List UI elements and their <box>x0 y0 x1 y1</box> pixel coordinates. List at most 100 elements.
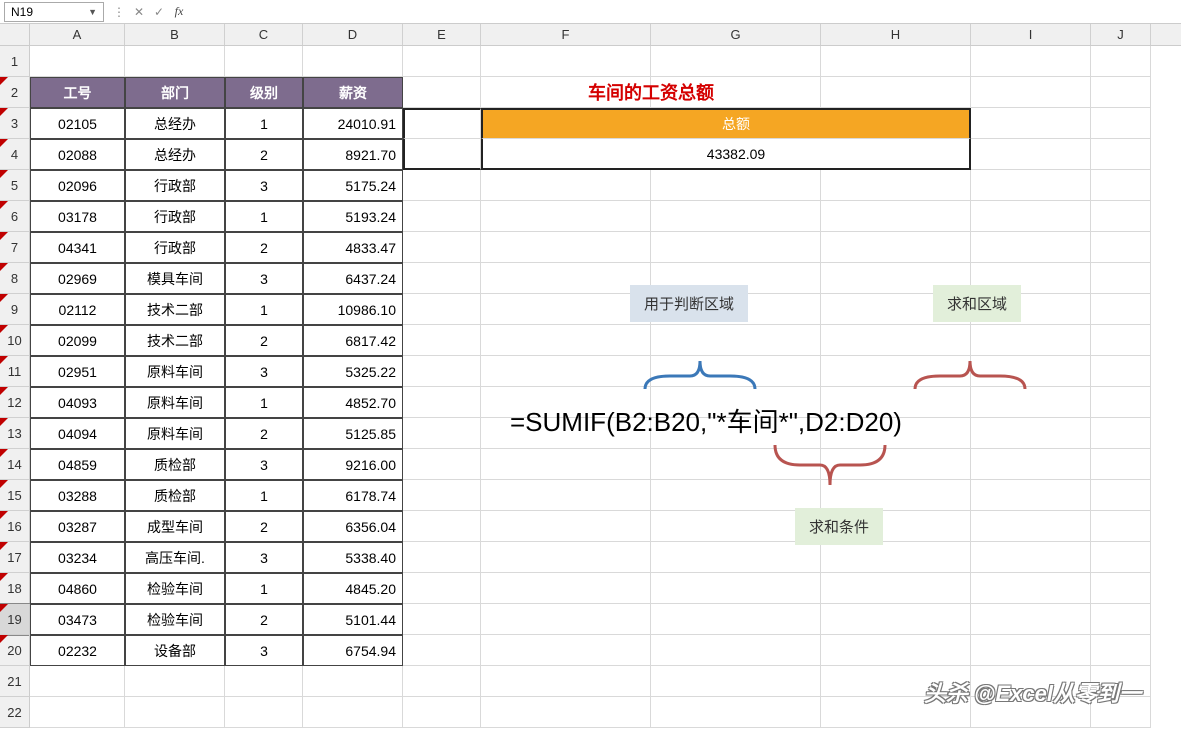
cell-C11[interactable]: 3 <box>225 356 303 387</box>
row-header-3[interactable]: 3 <box>0 108 30 139</box>
cell-B21[interactable] <box>125 666 225 697</box>
cell-E6[interactable] <box>403 201 481 232</box>
row-header-20[interactable]: 20 <box>0 635 30 666</box>
cell-A20[interactable]: 02232 <box>30 635 125 666</box>
cell-F4[interactable] <box>481 139 651 170</box>
row-header-14[interactable]: 14 <box>0 449 30 480</box>
cell-C19[interactable]: 2 <box>225 604 303 635</box>
cell-D16[interactable]: 6356.04 <box>303 511 403 542</box>
cell-G3[interactable]: 总额 <box>651 108 821 139</box>
cell-B13[interactable]: 原料车间 <box>125 418 225 449</box>
cell-E1[interactable] <box>403 46 481 77</box>
column-header-F[interactable]: F <box>481 24 651 45</box>
cell-G4[interactable]: 43382.09 <box>651 139 821 170</box>
cell-F18[interactable] <box>481 573 651 604</box>
cell-D4[interactable]: 8921.70 <box>303 139 403 170</box>
row-header-21[interactable]: 21 <box>0 666 30 697</box>
formula-input[interactable] <box>194 2 1181 22</box>
cell-D6[interactable]: 5193.24 <box>303 201 403 232</box>
cell-C21[interactable] <box>225 666 303 697</box>
cell-A8[interactable]: 02969 <box>30 263 125 294</box>
cell-J14[interactable] <box>1091 449 1151 480</box>
cell-A18[interactable]: 04860 <box>30 573 125 604</box>
cell-D9[interactable]: 10986.10 <box>303 294 403 325</box>
cell-B19[interactable]: 检验车间 <box>125 604 225 635</box>
cell-A12[interactable]: 04093 <box>30 387 125 418</box>
column-header-G[interactable]: G <box>651 24 821 45</box>
cell-E19[interactable] <box>403 604 481 635</box>
cell-A13[interactable]: 04094 <box>30 418 125 449</box>
cell-B16[interactable]: 成型车间 <box>125 511 225 542</box>
cell-J10[interactable] <box>1091 325 1151 356</box>
cell-F17[interactable] <box>481 542 651 573</box>
cell-C14[interactable]: 3 <box>225 449 303 480</box>
cell-F15[interactable] <box>481 480 651 511</box>
cell-C10[interactable]: 2 <box>225 325 303 356</box>
row-header-13[interactable]: 13 <box>0 418 30 449</box>
cell-H6[interactable] <box>821 201 971 232</box>
cell-A7[interactable]: 04341 <box>30 232 125 263</box>
cell-I1[interactable] <box>971 46 1091 77</box>
cancel-icon[interactable]: ✕ <box>132 5 146 19</box>
cell-H1[interactable] <box>821 46 971 77</box>
cell-H17[interactable] <box>821 542 971 573</box>
cell-A15[interactable]: 03288 <box>30 480 125 511</box>
cell-B17[interactable]: 高压车间. <box>125 542 225 573</box>
column-header-E[interactable]: E <box>403 24 481 45</box>
cell-B1[interactable] <box>125 46 225 77</box>
confirm-icon[interactable]: ✓ <box>152 5 166 19</box>
cell-C20[interactable]: 3 <box>225 635 303 666</box>
cell-I18[interactable] <box>971 573 1091 604</box>
row-header-8[interactable]: 8 <box>0 263 30 294</box>
cell-A22[interactable] <box>30 697 125 728</box>
cell-I10[interactable] <box>971 325 1091 356</box>
cell-C13[interactable]: 2 <box>225 418 303 449</box>
cell-E9[interactable] <box>403 294 481 325</box>
cell-B18[interactable]: 检验车间 <box>125 573 225 604</box>
cell-B6[interactable]: 行政部 <box>125 201 225 232</box>
cell-J18[interactable] <box>1091 573 1151 604</box>
cell-J16[interactable] <box>1091 511 1151 542</box>
cell-B10[interactable]: 技术二部 <box>125 325 225 356</box>
cell-H20[interactable] <box>821 635 971 666</box>
cell-C22[interactable] <box>225 697 303 728</box>
cell-F22[interactable] <box>481 697 651 728</box>
cell-I14[interactable] <box>971 449 1091 480</box>
cell-J13[interactable] <box>1091 418 1151 449</box>
cell-G1[interactable] <box>651 46 821 77</box>
cell-A16[interactable]: 03287 <box>30 511 125 542</box>
cell-A21[interactable] <box>30 666 125 697</box>
cell-J15[interactable] <box>1091 480 1151 511</box>
cell-B9[interactable]: 技术二部 <box>125 294 225 325</box>
row-header-18[interactable]: 18 <box>0 573 30 604</box>
cell-D18[interactable]: 4845.20 <box>303 573 403 604</box>
cell-A6[interactable]: 03178 <box>30 201 125 232</box>
cell-G21[interactable] <box>651 666 821 697</box>
column-header-A[interactable]: A <box>30 24 125 45</box>
row-header-2[interactable]: 2 <box>0 77 30 108</box>
cell-I17[interactable] <box>971 542 1091 573</box>
cell-I5[interactable] <box>971 170 1091 201</box>
cell-G22[interactable] <box>651 697 821 728</box>
cell-F3[interactable] <box>481 108 651 139</box>
cell-B3[interactable]: 总经办 <box>125 108 225 139</box>
cell-F5[interactable] <box>481 170 651 201</box>
cell-C8[interactable]: 3 <box>225 263 303 294</box>
cell-F10[interactable] <box>481 325 651 356</box>
cell-I16[interactable] <box>971 511 1091 542</box>
cell-E15[interactable] <box>403 480 481 511</box>
cell-C6[interactable]: 1 <box>225 201 303 232</box>
cell-G20[interactable] <box>651 635 821 666</box>
cell-J9[interactable] <box>1091 294 1151 325</box>
row-header-6[interactable]: 6 <box>0 201 30 232</box>
cell-F21[interactable] <box>481 666 651 697</box>
cell-B2[interactable]: 部门 <box>125 77 225 108</box>
cell-A2[interactable]: 工号 <box>30 77 125 108</box>
cell-C17[interactable]: 3 <box>225 542 303 573</box>
cell-A1[interactable] <box>30 46 125 77</box>
column-header-H[interactable]: H <box>821 24 971 45</box>
row-header-11[interactable]: 11 <box>0 356 30 387</box>
cell-D20[interactable]: 6754.94 <box>303 635 403 666</box>
cell-C5[interactable]: 3 <box>225 170 303 201</box>
cell-D7[interactable]: 4833.47 <box>303 232 403 263</box>
